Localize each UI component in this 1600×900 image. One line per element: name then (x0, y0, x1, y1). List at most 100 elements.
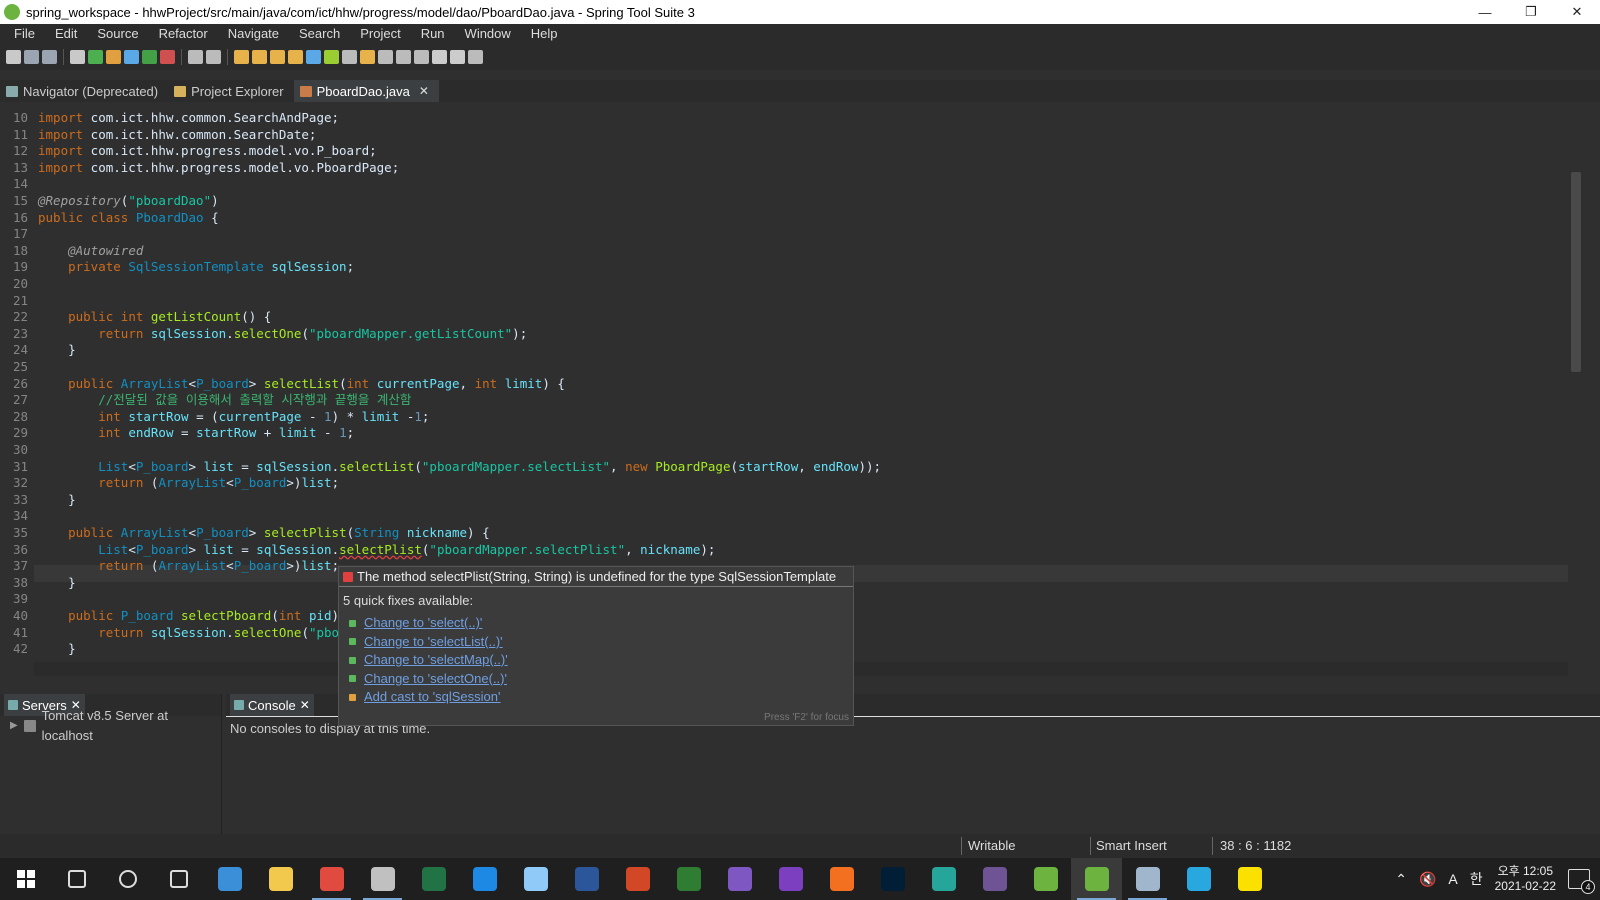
stop-icon[interactable] (188, 50, 203, 64)
quick-fix-link[interactable]: Change to 'select(..)' (364, 614, 482, 633)
next-annotation-icon[interactable] (378, 50, 393, 64)
code-line[interactable]: 21 (0, 293, 1534, 310)
taskbar-app[interactable] (357, 858, 408, 900)
taskbar-app[interactable] (255, 858, 306, 900)
volume-muted-icon[interactable]: 🔇 (1419, 871, 1436, 888)
code-line[interactable]: 30 (0, 442, 1534, 459)
debug-icon[interactable] (124, 50, 139, 64)
code-line[interactable]: 27 //전달된 값을 이용해서 출력할 시작행과 끝행을 계산함 (0, 392, 1534, 409)
taskbar-app[interactable] (1224, 858, 1275, 900)
taskbar-app[interactable] (1122, 858, 1173, 900)
open-task-icon[interactable] (252, 50, 267, 64)
deploy-icon[interactable] (206, 50, 221, 64)
quick-fix-item[interactable]: Change to 'selectMap(..)' (339, 651, 853, 670)
code-line[interactable]: 10 import com.ict.hhw.common.SearchAndPag… (0, 110, 1534, 127)
menu-run[interactable]: Run (411, 24, 455, 44)
scrollbar-thumb[interactable] (1571, 172, 1581, 372)
menu-file[interactable]: File (4, 24, 45, 44)
code-line[interactable]: 14 (0, 176, 1534, 193)
menu-edit[interactable]: Edit (45, 24, 87, 44)
taskbar-app[interactable] (663, 858, 714, 900)
ime-hangul[interactable]: 한 (1470, 869, 1483, 889)
menu-window[interactable]: Window (455, 24, 521, 44)
taskbar-app[interactable] (510, 858, 561, 900)
annotation-icon[interactable] (306, 50, 321, 64)
code-line[interactable]: 32 return (ArrayList<P_board>)list; (0, 475, 1534, 492)
taskbar-app[interactable] (867, 858, 918, 900)
code-line[interactable]: 18 @Autowired (0, 243, 1534, 260)
tab-pboarddao-java[interactable]: PboardDao.java ✕ (293, 80, 439, 102)
taskbar-app[interactable] (102, 858, 153, 900)
server-item[interactable]: ▶ Tomcat v8.5 Server at localhost (0, 708, 221, 743)
run-icon[interactable] (142, 50, 157, 64)
tab-project-explorer[interactable]: Project Explorer (168, 80, 293, 102)
taskbar-app[interactable] (918, 858, 969, 900)
code-line[interactable]: 11 import com.ict.hhw.common.SearchDate; (0, 127, 1534, 144)
taskbar-app[interactable] (408, 858, 459, 900)
code-line[interactable]: 20 (0, 276, 1534, 293)
show-whitespace-icon[interactable] (360, 50, 375, 64)
taskbar-app[interactable] (306, 858, 357, 900)
forward-icon[interactable] (450, 50, 465, 64)
menu-navigate[interactable]: Navigate (218, 24, 289, 44)
code-line[interactable]: 22 public int getListCount() { (0, 309, 1534, 326)
close-icon[interactable]: ✕ (419, 84, 429, 98)
code-line[interactable]: 12 import com.ict.hhw.progress.model.vo.P… (0, 143, 1534, 160)
chevron-right-icon[interactable]: ▶ (10, 716, 18, 736)
tab-console[interactable]: Console ✕ (230, 694, 314, 716)
taskbar-app[interactable] (1071, 858, 1122, 900)
taskbar-app[interactable] (816, 858, 867, 900)
code-line[interactable]: 23 return sqlSession.selectOne("pboardMa… (0, 326, 1534, 343)
boot-dashboard-icon[interactable] (88, 50, 103, 64)
clock[interactable]: 오후 12:05 2021-02-22 (1495, 864, 1556, 894)
menu-source[interactable]: Source (87, 24, 148, 44)
restore-button[interactable]: ❐ (1508, 0, 1554, 24)
menu-refactor[interactable]: Refactor (149, 24, 218, 44)
new-icon[interactable] (6, 50, 21, 64)
code-line[interactable]: 26 public ArrayList<P_board> selectList(… (0, 376, 1534, 393)
code-line[interactable]: 33 } (0, 492, 1534, 509)
notification-icon[interactable]: 4 (1568, 869, 1595, 894)
taskbar-app[interactable] (459, 858, 510, 900)
taskbar-app[interactable] (765, 858, 816, 900)
code-line[interactable]: 25 (0, 359, 1534, 376)
code-line[interactable]: 16 public class PboardDao { (0, 210, 1534, 227)
back-icon[interactable] (432, 50, 447, 64)
tab-navigator[interactable]: Navigator (Deprecated) (0, 80, 168, 102)
taskbar-app[interactable] (204, 858, 255, 900)
code-line[interactable]: 19 private SqlSessionTemplate sqlSession… (0, 259, 1534, 276)
close-icon[interactable]: ✕ (300, 698, 310, 712)
quick-fix-item[interactable]: Change to 'selectOne(..)' (339, 670, 853, 689)
code-line[interactable]: 28 int startRow = (currentPage - 1) * li… (0, 409, 1534, 426)
chevron-up-icon[interactable]: ⌃ (1395, 871, 1407, 888)
code-line[interactable]: 35 public ArrayList<P_board> selectPlist… (0, 525, 1534, 542)
taskbar-app[interactable] (561, 858, 612, 900)
menu-project[interactable]: Project (350, 24, 410, 44)
taskbar-app[interactable] (714, 858, 765, 900)
menu-help[interactable]: Help (521, 24, 568, 44)
save-icon[interactable] (24, 50, 39, 64)
taskbar-app[interactable] (969, 858, 1020, 900)
code-line[interactable]: 24 } (0, 342, 1534, 359)
quick-fix-link[interactable]: Change to 'selectList(..)' (364, 633, 503, 652)
open-resource-icon[interactable] (288, 50, 303, 64)
code-line[interactable]: 13 import com.ict.hhw.progress.model.vo.P… (0, 160, 1534, 177)
taskbar-app[interactable] (612, 858, 663, 900)
code-line[interactable]: 15 @Repository("pboardDao") (0, 193, 1534, 210)
quick-fix-item[interactable]: Add cast to 'sqlSession' (339, 688, 853, 707)
quick-fix-item[interactable]: Change to 'select(..)' (339, 614, 853, 633)
open-type-icon[interactable] (234, 50, 249, 64)
code-line[interactable]: 31 List<P_board> list = sqlSession.selec… (0, 459, 1534, 476)
code-line[interactable]: 36 List<P_board> list = sqlSession.selec… (0, 542, 1534, 559)
close-window-button[interactable]: ✕ (1554, 0, 1600, 24)
toggle-mark-icon[interactable] (324, 50, 339, 64)
minimize-button[interactable]: — (1462, 0, 1508, 24)
editor-vertical-scrollbar[interactable] (1568, 102, 1584, 660)
taskbar-app[interactable] (51, 858, 102, 900)
quick-fix-link[interactable]: Change to 'selectMap(..)' (364, 651, 508, 670)
ime-mode[interactable]: A (1448, 871, 1457, 887)
start-button[interactable] (0, 858, 51, 900)
external-tools-icon[interactable] (160, 50, 175, 64)
quick-fix-link[interactable]: Add cast to 'sqlSession' (364, 688, 500, 707)
last-edit-icon[interactable] (414, 50, 429, 64)
